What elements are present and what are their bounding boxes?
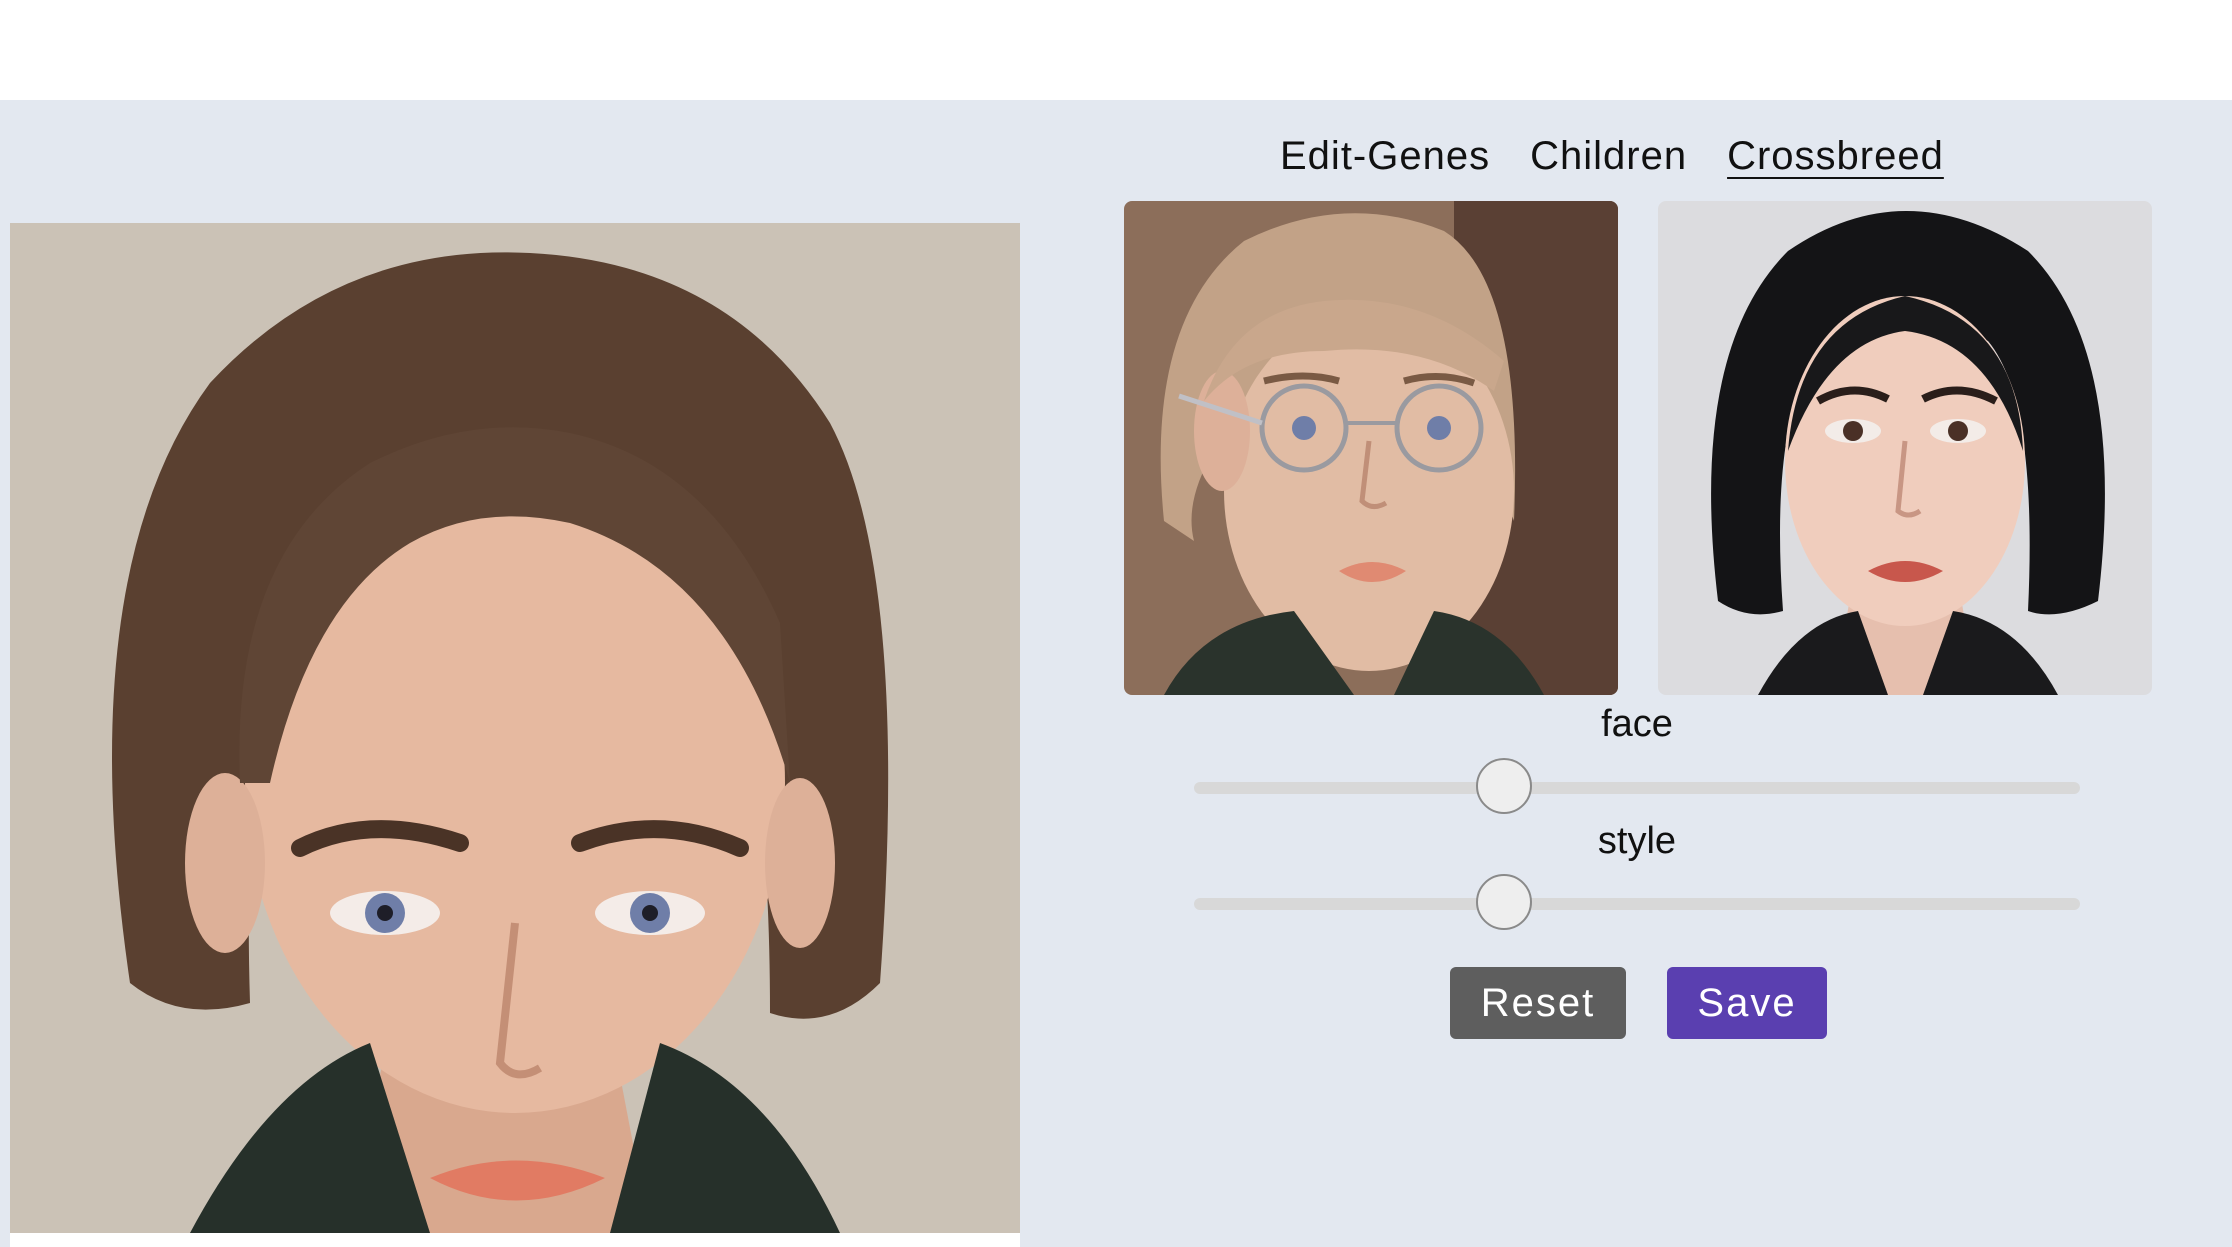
face-slider[interactable] bbox=[1194, 757, 2080, 817]
result-face-image bbox=[10, 223, 1020, 1233]
style-slider-thumb[interactable] bbox=[1476, 874, 1533, 930]
face-slider-thumb[interactable] bbox=[1476, 758, 1533, 814]
style-slider-track[interactable] bbox=[1194, 898, 2080, 910]
top-bar bbox=[0, 0, 2232, 100]
reset-button[interactable]: Reset bbox=[1450, 967, 1626, 1039]
tab-crossbreed[interactable]: Crossbreed bbox=[1727, 128, 1944, 184]
face-slider-track[interactable] bbox=[1194, 782, 2080, 794]
tab-edit-genes[interactable]: Edit-Genes bbox=[1280, 128, 1490, 184]
mode-tabs: Edit-Genes Children Crossbreed bbox=[1280, 128, 1944, 184]
save-button[interactable]: Save bbox=[1667, 967, 1827, 1039]
face-slider-label: face bbox=[1601, 703, 1673, 745]
style-slider-label: style bbox=[1597, 820, 1677, 862]
result-bottom-strip bbox=[10, 1233, 1020, 1247]
parent-a-face-image[interactable] bbox=[1124, 201, 1618, 695]
parent-b-face-image[interactable] bbox=[1658, 201, 2152, 695]
tab-children[interactable]: Children bbox=[1530, 128, 1687, 184]
style-slider[interactable] bbox=[1194, 873, 2080, 933]
